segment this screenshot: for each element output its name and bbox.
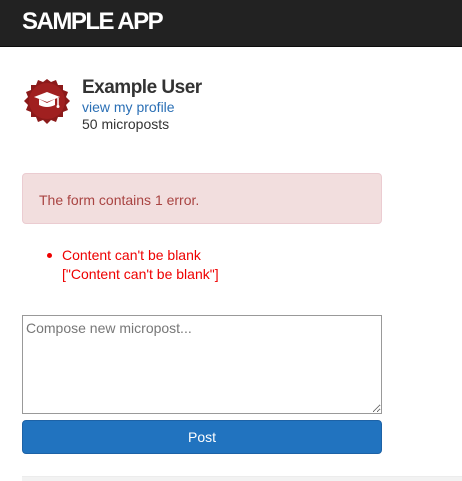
error-list: Content can't be blank ["Content can't b… xyxy=(22,246,219,284)
error-summary: The form contains 1 error. xyxy=(39,192,200,208)
user-name: Example User xyxy=(82,77,202,98)
navbar: SAMPLE APP xyxy=(0,0,462,47)
avatar xyxy=(22,76,72,126)
graduation-cap-icon xyxy=(24,79,70,124)
micropost-count: 50 microposts xyxy=(82,116,170,132)
user-info: Example User view my profile 50 micropos… xyxy=(82,77,202,133)
bullet-icon xyxy=(47,253,52,258)
error-alert: The form contains 1 error. xyxy=(22,173,382,224)
view-profile-link[interactable]: view my profile xyxy=(82,99,202,116)
app-logo[interactable]: SAMPLE APP xyxy=(22,8,164,36)
post-button[interactable]: Post xyxy=(22,420,382,454)
feed-divider xyxy=(22,476,462,481)
error-item: Content can't be blank ["Content can't b… xyxy=(47,246,219,284)
error-detail: ["Content can't be blank"] xyxy=(62,266,219,282)
error-message: Content can't be blank xyxy=(62,247,201,263)
compose-micropost-textarea[interactable] xyxy=(22,315,382,414)
